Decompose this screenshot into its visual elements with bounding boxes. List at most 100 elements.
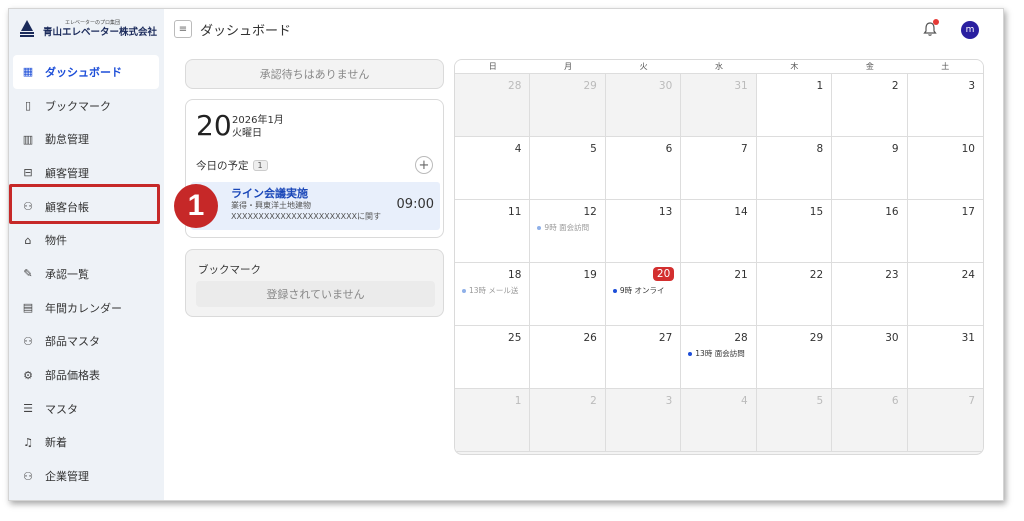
add-schedule-button[interactable]: + (415, 156, 433, 174)
calendar-day-number: 18 (508, 269, 522, 281)
event-dot-icon (612, 288, 617, 293)
sidebar-item[interactable]: ▦ ダッシュボード (13, 55, 159, 89)
sidebar-item[interactable]: ☰ マスタ (9, 392, 164, 426)
calendar-day-cell[interactable]: 29 (756, 326, 833, 389)
calendar-day-cell[interactable]: 10 (907, 137, 983, 200)
calendar-day-number: 22 (809, 269, 824, 281)
company-logo[interactable]: エレベーターのプロ集団 青山エレベーター株式会社 (9, 9, 164, 49)
building-icon: ⌂ (24, 233, 32, 247)
menu-toggle-button[interactable]: ≡ (174, 20, 192, 38)
weekday-label: 土 (941, 62, 950, 71)
calendar-day-cell[interactable]: 25 (455, 326, 531, 389)
sidebar-item[interactable]: ▤ 年間カレンダー (9, 291, 164, 325)
calendar-day-cell[interactable]: 16 (832, 200, 908, 263)
calendar-day-cell[interactable]: 9 (832, 137, 908, 200)
calendar-day-cell[interactable]: 13 (605, 200, 682, 263)
sidebar-item[interactable]: ⌂ 物件 (9, 223, 164, 257)
calendar-event[interactable]: 13時 面会訪問 (688, 348, 752, 359)
calendar-day-cell[interactable]: 3 (605, 389, 682, 452)
calendar-day-number: 8 (816, 143, 824, 155)
sidebar-item-label: ダッシュボード (45, 65, 122, 79)
calendar-day-cell[interactable]: 27 (605, 326, 682, 389)
sidebar-item[interactable]: ▯ ブックマーク (9, 89, 164, 123)
calendar-event[interactable]: 9時 面会訪問 (537, 222, 601, 233)
calendar-day-cell[interactable]: 23 (832, 263, 908, 326)
calendar-day-number: 30 (658, 80, 673, 92)
calendar-day-number: 5 (590, 143, 597, 155)
page-title: ダッシュボード (200, 23, 292, 39)
calendar-grid: 28 29 30 31 1 2 3 4 5 6 7 8 9 10 11 12 9時 面会訪問 13 14 15 16 17… (455, 74, 983, 452)
sidebar-item-label: 新着 (45, 436, 67, 450)
calendar-day-number: 10 (961, 143, 975, 155)
calendar-day-cell[interactable]: 6 (605, 137, 682, 200)
calendar-day-cell[interactable]: 17 (907, 200, 983, 263)
sidebar-item[interactable]: ✎ 承認一覧 (9, 257, 164, 291)
sidebar-item[interactable]: ⚙ 部品価格表 (9, 358, 164, 392)
notification-dot (933, 19, 939, 25)
sidebar-item[interactable]: ⚇ 企業管理 (9, 459, 164, 493)
calendar-day-cell[interactable]: 1 (455, 389, 531, 452)
calendar-day-cell[interactable]: 15 (756, 200, 833, 263)
calendar-day-cell[interactable]: 5 (530, 137, 606, 200)
calendar-day-cell[interactable]: 6 (832, 389, 908, 452)
calendar-day-cell[interactable]: 19 (530, 263, 606, 326)
calendar-day-cell[interactable]: 31 (907, 326, 983, 389)
schedule-count-badge: 1 (252, 160, 268, 171)
calendar-day-number: 21 (734, 269, 748, 281)
calendar-day-number: 29 (809, 332, 824, 344)
calendar-day-cell[interactable]: 11 (455, 200, 531, 263)
calendar-day-cell[interactable]: 28 (455, 74, 531, 137)
calendar-day-number: 17 (961, 206, 975, 218)
calendar-day-number: 3 (968, 80, 975, 92)
calendar-day-cell[interactable]: 2 (832, 74, 908, 137)
calendar-day-cell[interactable]: 20 9時 オンライ (605, 263, 682, 326)
calendar-day-cell[interactable]: 26 (530, 326, 606, 389)
bookmark-title: ブックマーク (198, 264, 261, 276)
today-date-badge: 20 (652, 267, 675, 281)
app-window: エレベーターのプロ集団 青山エレベーター株式会社 ▦ ダッシュボード ▯ ブックマーク… (8, 8, 1004, 501)
calendar-day-cell[interactable]: 22 (756, 263, 833, 326)
calendar-day-cell[interactable]: 8 (756, 137, 833, 200)
calendar-day-cell[interactable]: 24 (907, 263, 983, 326)
calendar-day-cell[interactable]: 29 (530, 74, 606, 137)
sidebar-item-label: 部品マスタ (45, 335, 100, 349)
calendar-day-number: 27 (658, 332, 673, 344)
schedule-event-card[interactable]: ライン会議実施 業得・興東洋土地建物 XXXXXXXXXXXXXXXXXXXXX… (191, 182, 440, 230)
sidebar-item-label: マスタ (45, 402, 78, 416)
sidebar-item-label: 企業管理 (45, 470, 89, 484)
calendar-day-cell[interactable]: 1 (756, 74, 833, 137)
calendar-day-cell[interactable]: 18 13時 メール送 (455, 263, 531, 326)
calendar-day-cell[interactable]: 4 (681, 389, 757, 452)
calendar-event[interactable]: 13時 メール送 (462, 285, 526, 296)
calendar-day-cell[interactable]: 28 13時 面会訪問 (681, 326, 757, 389)
calendar-day-cell[interactable]: 7 (907, 389, 983, 452)
calendar-day-cell[interactable]: 31 (681, 74, 757, 137)
sidebar-item[interactable]: ▥ 勤怠管理 (9, 122, 164, 156)
event-client: 業得・興東洋土地建物 (231, 201, 311, 210)
sidebar-item[interactable]: ♫ 新着 (9, 426, 164, 460)
calendar-day-cell[interactable]: 7 (681, 137, 757, 200)
calendar-event-label: 9時 面会訪問 (544, 223, 590, 232)
calendar-day-cell[interactable]: 4 (455, 137, 531, 200)
calendar-day-number: 5 (816, 395, 824, 407)
calendar-day-cell[interactable]: 21 (681, 263, 757, 326)
calendar-day-cell[interactable]: 12 9時 面会訪問 (530, 200, 606, 263)
gear-icon: ⚙ (23, 368, 33, 382)
sidebar-item[interactable]: ⚇ 部品マスタ (9, 325, 164, 359)
calendar-day-cell[interactable]: 5 (756, 389, 833, 452)
calendar-day-cell[interactable]: 14 (681, 200, 757, 263)
calendar-event[interactable]: 9時 オンライ (612, 285, 677, 296)
calendar-day-cell[interactable]: 3 (907, 74, 983, 137)
calendar-day-cell[interactable]: 2 (530, 389, 606, 452)
user-avatar[interactable]: m (961, 21, 979, 39)
calendar-day-cell[interactable]: 30 (832, 326, 908, 389)
calendar-day-number: 7 (968, 395, 975, 407)
calendar-day-number: 31 (961, 332, 975, 344)
calendar-day-number: 12 (583, 206, 597, 218)
notification-bell-icon[interactable] (923, 19, 939, 37)
dashboard-icon: ▦ (22, 65, 34, 79)
sidebar: エレベーターのプロ集団 青山エレベーター株式会社 ▦ ダッシュボード ▯ ブックマーク… (9, 9, 164, 500)
calendar-day-cell[interactable]: 30 (605, 74, 682, 137)
sidebar-item-label: 承認一覧 (45, 267, 89, 281)
calendar-day-number: 26 (583, 332, 597, 344)
